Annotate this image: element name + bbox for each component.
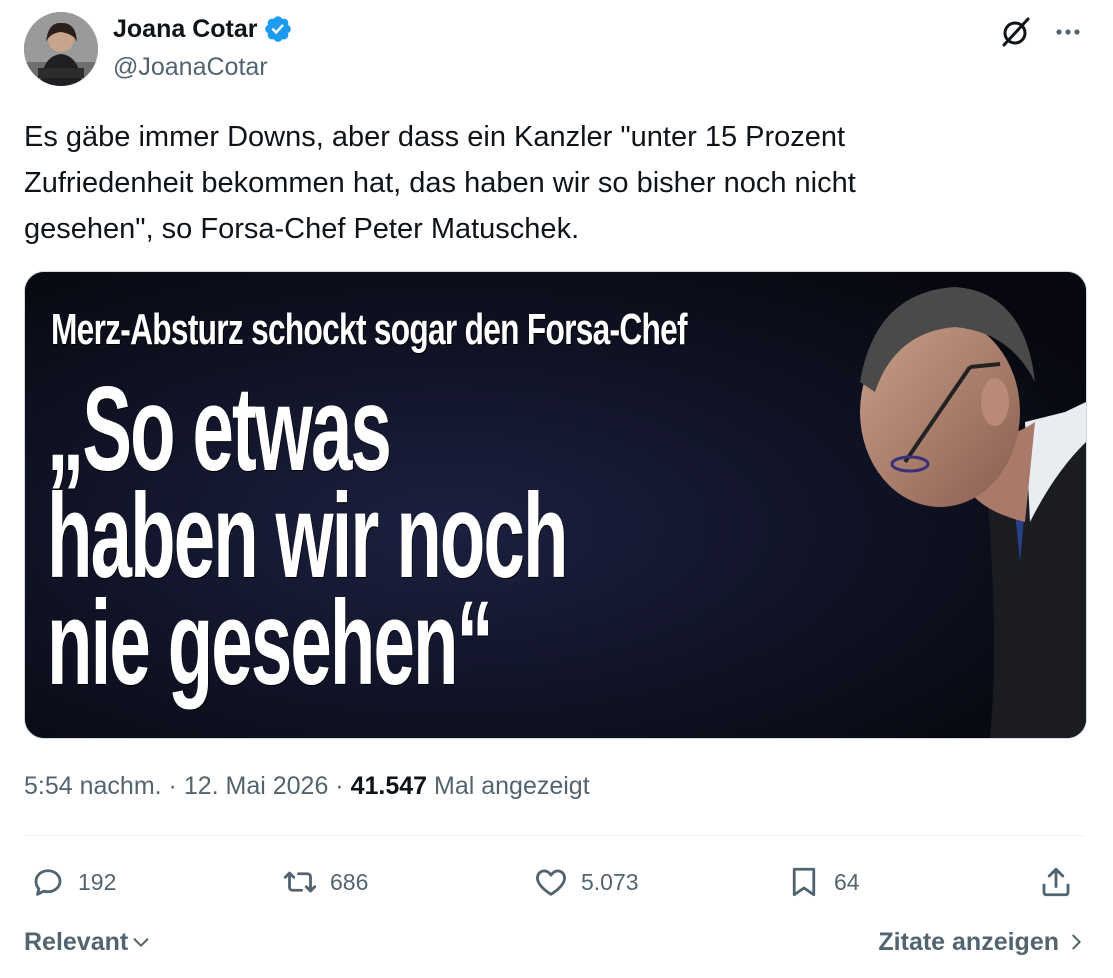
avatar[interactable] [24,12,98,86]
grok-icon[interactable] [998,14,1034,50]
avatar-image [24,12,98,86]
more-icon[interactable] [1050,14,1086,50]
verified-badge-icon [265,16,292,42]
quotes-label: Zitate anzeigen [878,928,1059,956]
like-count: 5.073 [581,868,639,895]
sort-replies-dropdown[interactable]: Relevant [24,924,152,960]
sort-label: Relevant [24,928,129,956]
reply-icon [34,869,62,896]
media-headline-main: „So etwas haben wir noch nie gesehen“ [47,362,568,710]
bookmark-button[interactable]: 64 [786,862,860,902]
author-name-row[interactable]: Joana Cotar [113,13,293,45]
meta-separator: · [161,772,184,800]
share-icon [1042,867,1070,897]
meta-separator-2: · [328,772,351,800]
repost-count: 686 [330,868,369,895]
view-quotes-link[interactable]: Zitate anzeigen [878,924,1085,960]
tweet-date[interactable]: 12. Mai 2026 [184,772,329,800]
tweet-meta: 5:54 nachm. · 12. Mai 2026 · 41.547 Mal … [24,768,590,804]
tweet-media[interactable]: Merz-Absturz schockt sogar den Forsa-Che… [24,271,1087,739]
views-count: 41.547 [350,772,428,800]
divider [24,835,1085,836]
like-button[interactable]: 5.073 [533,862,639,902]
media-headline-sub: Merz-Absturz schockt sogar den Forsa-Che… [51,305,688,354]
bookmark-icon [792,867,816,897]
views-label: Mal angezeigt [434,772,590,800]
tweet-time[interactable]: 5:54 nachm. [24,772,162,800]
repost-icon [283,871,317,893]
like-icon [536,869,566,896]
author-name[interactable]: Joana Cotar [113,13,257,45]
bookmark-count: 64 [834,868,860,895]
chevron-down-icon [133,938,149,947]
share-button[interactable] [1038,862,1074,902]
tweet-text: Es gäbe immer Downs, aber dass ein Kanzl… [24,121,856,245]
reply-count: 192 [78,868,117,895]
repost-button[interactable]: 686 [282,862,368,902]
chevron-right-icon [1072,934,1081,950]
author-handle[interactable]: @JoanaCotar [113,51,268,83]
reply-button[interactable]: 192 [30,862,116,902]
